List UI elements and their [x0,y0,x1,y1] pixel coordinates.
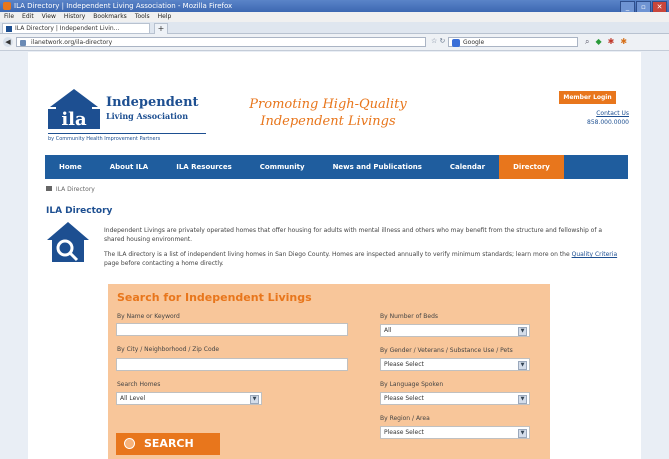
gender-select[interactable]: Please Select ▼ [380,358,530,371]
org-subtitle: by Community Health Improvement Partners [48,136,161,142]
quality-criteria-link[interactable]: Quality Criteria [572,251,618,258]
home-type-value: All Level [120,395,146,402]
menu-edit[interactable]: Edit [22,12,34,22]
nav-directory[interactable]: Directory [499,155,564,179]
logo-divider [48,133,206,134]
back-button[interactable]: ◀ [3,37,13,47]
tagline-line-2: Independent Livings [260,114,396,129]
search-button-label: SEARCH [144,437,194,450]
nav-news[interactable]: News and Publications [319,155,436,179]
menu-tools[interactable]: Tools [135,12,150,22]
page-title: ILA Directory [46,206,113,216]
beds-label: By Number of Beds [380,313,439,320]
city-zip-input[interactable] [116,358,348,371]
intro-paragraph-1: Independent Livings are privately operat… [104,227,603,243]
search-panel: Search for Independent Livings By Name o… [108,284,550,459]
nav-community[interactable]: Community [246,155,319,179]
menu-help[interactable]: Help [158,12,172,22]
addon-green-icon[interactable]: ◆ [595,37,601,47]
menu-view[interactable]: View [42,12,56,22]
breadcrumb-current: ILA Directory [55,186,95,193]
intro-text-after: page before contacting a home directly. [104,260,224,267]
search-icon[interactable]: ⌕ [585,37,589,47]
name-keyword-input[interactable] [116,323,348,336]
chevron-down-icon: ▼ [518,327,527,336]
url-star-icon[interactable]: ☆ ↻ [431,37,445,45]
navigation-toolbar: ◀ ilanetwork.org/ila-directory ☆ ↻ Googl… [0,34,669,51]
logo-letters: ila [61,109,87,129]
web-page: ila Independent Living Association by Co… [28,52,641,459]
language-value: Please Select [384,395,424,402]
city-label: By City / Neighborhood / Zip Code [117,346,220,353]
browser-search-input[interactable]: Google [448,37,578,47]
search-engine-icon [452,39,460,47]
window-title: ILA Directory | Independent Living Assoc… [14,2,233,10]
contact-link[interactable]: Contact Us [596,110,629,117]
site-tagline: Promoting High-Quality Independent Livin… [233,96,423,130]
intro-text-before: The ILA directory is a list of independe… [104,251,570,258]
chevron-down-icon: ▼ [518,395,527,404]
org-name-line-1: Independent [106,95,199,110]
area-value: Please Select [384,429,424,436]
intro-paragraph-2: The ILA directory is a list of independe… [104,250,624,268]
language-label: By Language Spoken [380,381,444,388]
home-type-select[interactable]: All Level ▼ [116,392,262,405]
area-label: By Region / Area [380,415,430,422]
search-homes-label: Search Homes [117,381,161,388]
main-navigation: Home About ILA ILA Resources Community N… [45,155,628,179]
menu-history[interactable]: History [64,12,85,22]
area-select[interactable]: Please Select ▼ [380,426,530,439]
nav-resources[interactable]: ILA Resources [162,155,246,179]
tab-label: ILA Directory | Independent Livin... [15,25,120,32]
chevron-down-icon: ▼ [518,361,527,370]
nav-about[interactable]: About ILA [96,155,163,179]
chevron-down-icon: ▼ [250,395,259,404]
language-select[interactable]: Please Select ▼ [380,392,530,405]
search-placeholder: Google [463,39,485,46]
addon-orange-icon[interactable]: ✱ [620,37,627,47]
org-name-line-2: Living Association [106,111,189,121]
tab-bar: ILA Directory | Independent Livin... + [0,22,669,35]
nav-home[interactable]: Home [45,155,96,179]
toolbar-icons: ⌕ ◆ ✱ ✱ [585,37,627,47]
beds-select[interactable]: All ▼ [380,324,530,337]
address-bar[interactable]: ilanetwork.org/ila-directory [16,37,426,47]
favicon-icon [6,26,12,32]
addon-red-icon[interactable]: ✱ [608,37,615,47]
chevron-down-icon: ▼ [518,429,527,438]
search-button[interactable]: SEARCH [116,433,220,455]
menu-file[interactable]: File [4,12,14,22]
beds-value: All [384,327,392,334]
magnifier-house-icon [47,222,89,262]
firefox-icon [3,2,11,10]
url-text: ilanetwork.org/ila-directory [31,39,113,46]
breadcrumb: ILA Directory [46,186,95,193]
search-icon [124,438,135,449]
browser-tab[interactable]: ILA Directory | Independent Livin... [2,23,150,33]
home-icon[interactable] [46,186,52,191]
menu-bar: File Edit View History Bookmarks Tools H… [0,12,669,22]
window-titlebar: ILA Directory | Independent Living Assoc… [0,0,669,13]
gender-value: Please Select [384,361,424,368]
house-logo-icon: ila [48,89,100,129]
site-identity-icon [20,40,26,46]
gender-label: By Gender / Veterans / Substance Use / P… [380,347,513,354]
tagline-line-1: Promoting High-Quality [249,97,407,112]
member-login-button[interactable]: Member Login [559,91,616,104]
name-label: By Name or Keyword [117,313,180,320]
nav-calendar[interactable]: Calendar [436,155,499,179]
menu-bookmarks[interactable]: Bookmarks [93,12,127,22]
phone-number: 858.000.0000 [587,119,629,126]
search-panel-title: Search for Independent Livings [117,291,312,304]
